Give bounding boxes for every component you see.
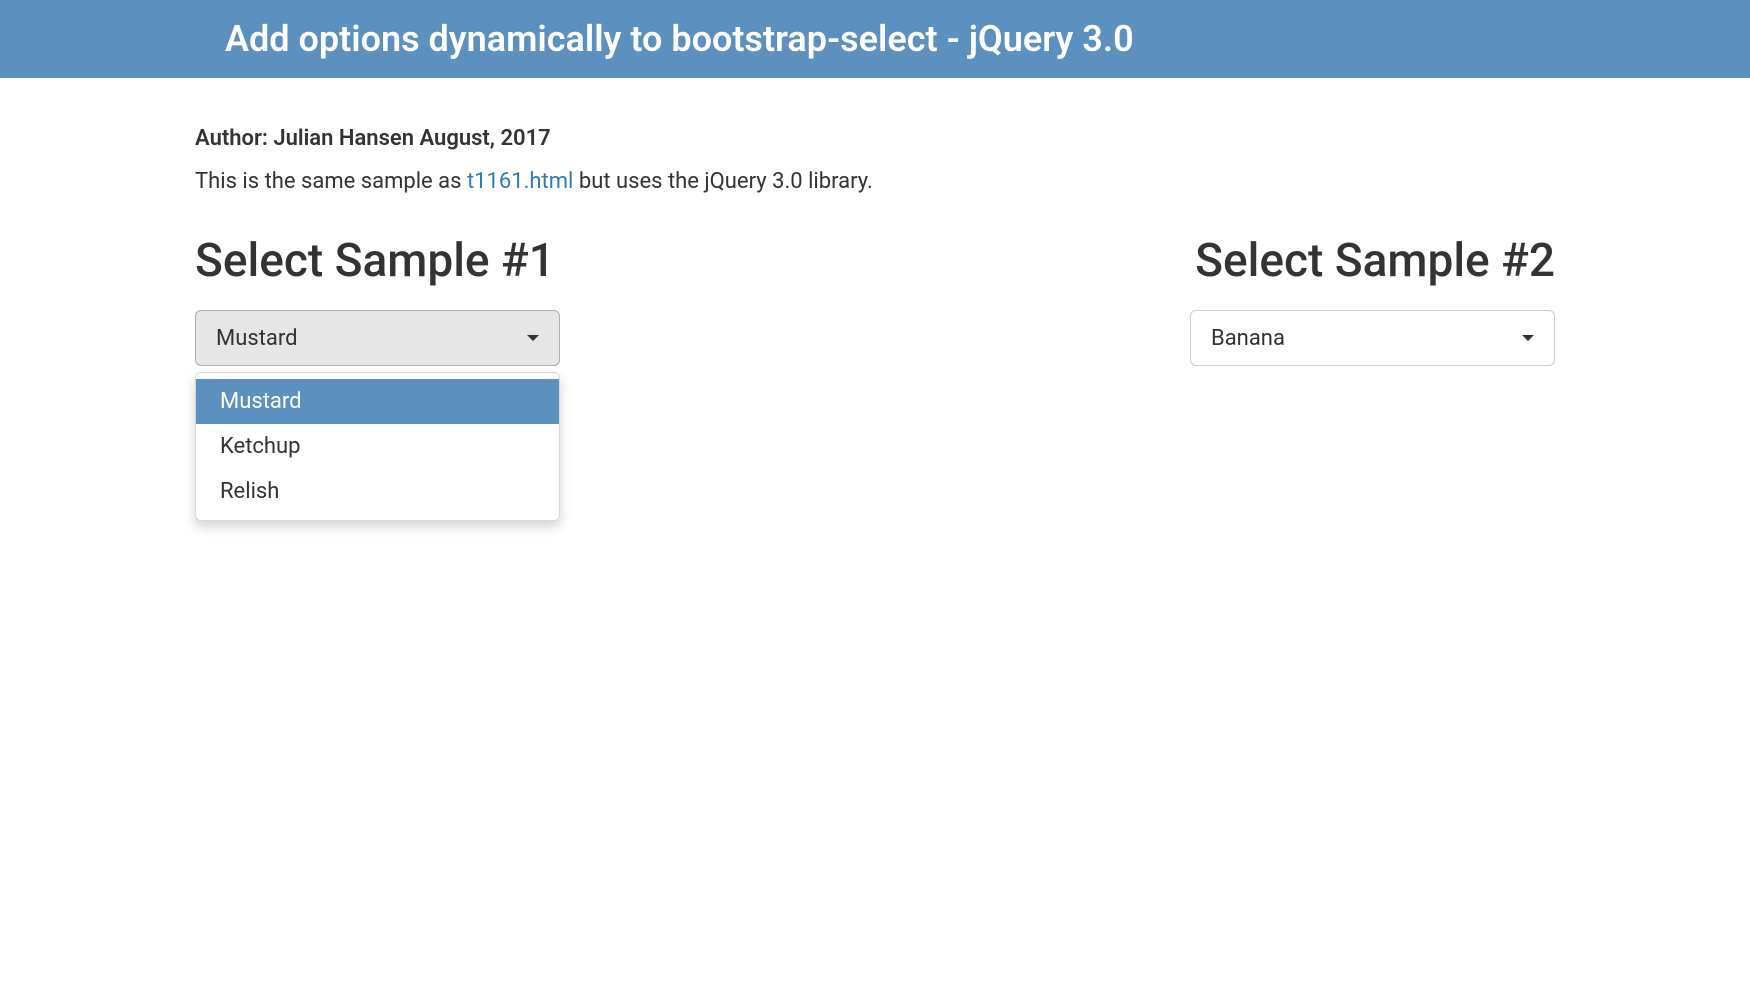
select-1-selected-label: Mustard	[216, 326, 298, 351]
select-2-selected-label: Banana	[1211, 326, 1285, 351]
select-1-option-ketchup[interactable]: Ketchup	[196, 424, 559, 469]
select-1-wrapper: Mustard Mustard Ketchup Relish	[195, 310, 560, 366]
select-1-option-relish[interactable]: Relish	[196, 469, 559, 514]
author-line: Author: Julian Hansen August, 2017	[195, 126, 1555, 151]
caret-down-icon	[1522, 335, 1534, 341]
description-link[interactable]: t1161.html	[467, 169, 573, 194]
samples-row: Select Sample #1 Mustard Mustard Ketchup…	[195, 234, 1555, 366]
select-2-wrapper: Banana	[1190, 310, 1555, 366]
caret-down-icon	[527, 335, 539, 341]
main-content: Author: Julian Hansen August, 2017 This …	[180, 78, 1570, 366]
page-title: Add options dynamically to bootstrap-sel…	[195, 18, 1555, 60]
sample-2-column: Select Sample #2 Banana	[902, 234, 1555, 366]
description: This is the same sample as t1161.html bu…	[195, 169, 1555, 194]
select-1-option-mustard[interactable]: Mustard	[196, 379, 559, 424]
select-1-toggle[interactable]: Mustard	[195, 310, 560, 366]
description-prefix: This is the same sample as	[195, 169, 467, 194]
sample-2-heading: Select Sample #2	[902, 234, 1555, 288]
sample-1-column: Select Sample #1 Mustard Mustard Ketchup…	[195, 234, 848, 366]
sample-1-heading: Select Sample #1	[195, 234, 848, 288]
select-2-toggle[interactable]: Banana	[1190, 310, 1555, 366]
select-1-menu: Mustard Ketchup Relish	[195, 372, 560, 521]
header-bar: Add options dynamically to bootstrap-sel…	[0, 0, 1750, 78]
description-suffix: but uses the jQuery 3.0 library.	[573, 169, 872, 194]
